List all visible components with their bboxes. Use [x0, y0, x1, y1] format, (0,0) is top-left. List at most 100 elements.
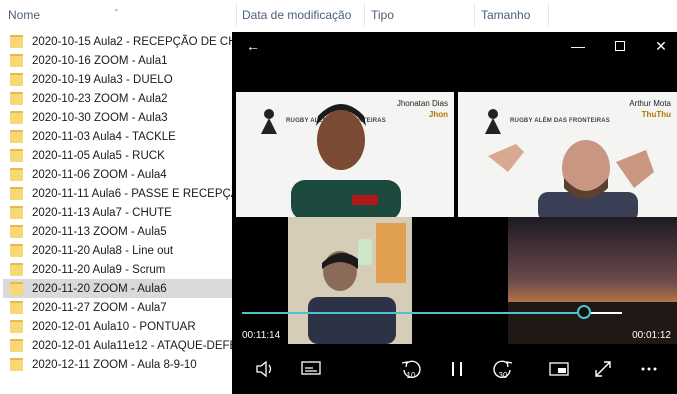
folder-icon: [10, 73, 23, 86]
folder-icon: [10, 206, 23, 219]
file-name: 2020-11-03 Aula4 - TACKLE: [32, 130, 176, 143]
folder-icon: [10, 54, 23, 67]
file-name: 2020-12-01 Aula11e12 - ATAQUE-DEFESA: [32, 339, 253, 352]
file-row[interactable]: 2020-10-23 ZOOM - Aula2: [3, 89, 232, 108]
file-row[interactable]: 2020-10-16 ZOOM - Aula1: [3, 51, 232, 70]
file-row[interactable]: 2020-11-05 Aula5 - RUCK: [3, 146, 232, 165]
file-row[interactable]: 2020-10-30 ZOOM - Aula3: [3, 108, 232, 127]
skip-forward-button[interactable]: 30: [488, 354, 518, 384]
sunset-video: [508, 217, 677, 344]
file-name: 2020-11-11 Aula6 - PASSE E RECEPÇÃO: [32, 187, 248, 200]
file-name: 2020-12-01 Aula10 - PONTUAR: [32, 320, 196, 333]
folder-icon: [10, 301, 23, 314]
file-name: 2020-10-30 ZOOM - Aula3: [32, 111, 168, 124]
folder-icon: [10, 358, 23, 371]
skip-forward-label: 30: [498, 371, 508, 380]
file-row[interactable]: 2020-11-13 ZOOM - Aula5: [3, 222, 232, 241]
folder-icon: [10, 339, 23, 352]
file-row[interactable]: 2020-11-20 Aula9 - Scrum: [3, 260, 232, 279]
person-video: [488, 140, 654, 217]
column-divider[interactable]: [474, 4, 475, 26]
person-video: [291, 104, 401, 217]
remaining-time: 00:01:12: [632, 330, 671, 341]
folder-icon: [10, 320, 23, 333]
file-name: 2020-10-23 ZOOM - Aula2: [32, 92, 168, 105]
fullscreen-icon: [595, 361, 611, 377]
participant-tile-2: RUGBY ALÉM DAS FRONTEIRAS Arthur Mota Th…: [458, 92, 677, 217]
column-name[interactable]: Nome: [8, 8, 40, 22]
column-type[interactable]: Tipo: [371, 8, 394, 22]
captions-icon: [301, 361, 321, 375]
mini-view-icon: [549, 362, 569, 376]
file-row[interactable]: 2020-11-03 Aula4 - TACKLE: [3, 127, 232, 146]
file-name: 2020-10-15 Aula2 - RECEPÇÃO DE CHUTE: [32, 35, 260, 48]
folder-icon: [10, 168, 23, 181]
subtitles-button[interactable]: [296, 354, 326, 384]
folder-icon: [10, 92, 23, 105]
file-row[interactable]: 2020-10-19 Aula3 - DUELO: [3, 70, 232, 89]
close-button[interactable]: ✕: [650, 34, 672, 58]
column-header: Nome ⌃ Data de modificação Tipo Tamanho: [0, 0, 677, 30]
column-divider[interactable]: [364, 4, 365, 26]
file-row[interactable]: 2020-11-13 Aula7 - CHUTE: [3, 203, 232, 222]
volume-button[interactable]: [250, 354, 280, 384]
video-player-window: ← — ✕ RUGBY ALÉM DAS FRONTEIRAS Jhonatan…: [232, 32, 677, 394]
pause-button[interactable]: [442, 354, 472, 384]
mini-view-button[interactable]: [544, 354, 574, 384]
file-name: 2020-11-27 ZOOM - Aula7: [32, 301, 167, 314]
file-name: 2020-12-11 ZOOM - Aula 8-9-10: [32, 358, 197, 371]
file-row[interactable]: 2020-10-15 Aula2 - RECEPÇÃO DE CHUTE: [3, 32, 260, 51]
skip-back-label: 10: [406, 371, 416, 380]
folder-icon: [10, 282, 23, 295]
playback-controls: 10 30: [232, 350, 677, 394]
folder-icon: [10, 35, 23, 48]
maximize-button[interactable]: [609, 34, 631, 58]
maximize-icon: [615, 41, 625, 51]
column-divider[interactable]: [548, 4, 549, 26]
elapsed-time: 00:11:14: [242, 330, 281, 341]
column-divider[interactable]: [236, 4, 237, 26]
file-name: 2020-11-13 Aula7 - CHUTE: [32, 206, 172, 219]
minimize-button[interactable]: —: [567, 34, 589, 58]
video-frame[interactable]: RUGBY ALÉM DAS FRONTEIRAS Jhonatan Dias …: [236, 92, 677, 344]
file-name: 2020-10-16 ZOOM - Aula1: [32, 54, 168, 67]
player-titlebar: ← — ✕: [232, 32, 677, 60]
person-video: [288, 217, 412, 344]
file-name: 2020-11-20 Aula9 - Scrum: [32, 263, 166, 276]
folder-icon: [10, 130, 23, 143]
fullscreen-button[interactable]: [588, 354, 618, 384]
file-row[interactable]: 2020-11-06 ZOOM - Aula4: [3, 165, 232, 184]
file-name: 2020-11-06 ZOOM - Aula4: [32, 168, 167, 181]
more-options-button[interactable]: [634, 354, 664, 384]
pause-icon: [452, 362, 462, 376]
folder-icon: [10, 225, 23, 238]
file-name: 2020-10-19 Aula3 - DUELO: [32, 73, 173, 86]
column-size[interactable]: Tamanho: [481, 8, 530, 22]
skip-back-button[interactable]: 10: [396, 354, 426, 384]
file-name: 2020-11-05 Aula5 - RUCK: [32, 149, 165, 162]
folder-icon: [10, 263, 23, 276]
folder-icon: [10, 149, 23, 162]
participant-tile-1: RUGBY ALÉM DAS FRONTEIRAS Jhonatan Dias …: [236, 92, 454, 217]
folder-icon: [10, 111, 23, 124]
seek-progress: [242, 312, 584, 314]
file-row[interactable]: 2020-12-11 ZOOM - Aula 8-9-10: [3, 355, 232, 374]
file-row[interactable]: 2020-11-20 Aula8 - Line out: [3, 241, 232, 260]
back-arrow-icon[interactable]: ←: [242, 34, 264, 58]
file-name: 2020-11-13 ZOOM - Aula5: [32, 225, 167, 238]
sort-chevron-icon: ⌃: [113, 8, 120, 17]
file-row[interactable]: 2020-12-01 Aula10 - PONTUAR: [3, 317, 232, 336]
participant-tile-4: [508, 217, 677, 344]
file-row[interactable]: 2020-12-01 Aula11e12 - ATAQUE-DEFESA: [3, 336, 253, 355]
file-row[interactable]: 2020-11-20 ZOOM - Aula6: [3, 279, 232, 298]
volume-icon: [256, 360, 272, 378]
seek-thumb[interactable]: [577, 305, 591, 319]
folder-icon: [10, 187, 23, 200]
file-name: 2020-11-20 Aula8 - Line out: [32, 244, 174, 257]
column-modified[interactable]: Data de modificação: [242, 8, 351, 22]
file-row[interactable]: 2020-11-27 ZOOM - Aula7: [3, 298, 232, 317]
participant-tile-3: [288, 217, 412, 344]
file-row[interactable]: 2020-11-11 Aula6 - PASSE E RECEPÇÃO: [3, 184, 247, 203]
file-name: 2020-11-20 ZOOM - Aula6: [32, 282, 167, 295]
more-icon: [641, 367, 657, 371]
